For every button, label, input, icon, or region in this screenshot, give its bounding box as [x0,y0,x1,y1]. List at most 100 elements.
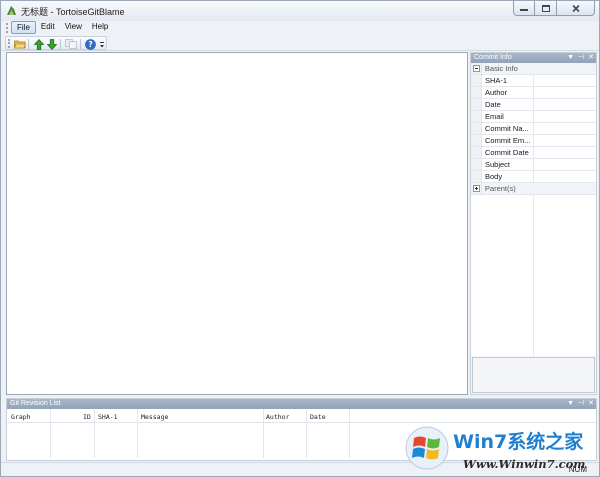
property-name: Author [482,87,534,98]
revision-list-header[interactable]: Git Revision List ▼ ⊣ ✕ [7,399,596,409]
column-header-sha1[interactable]: SHA-1 [98,413,118,421]
property-value [534,159,596,170]
menu-items: File Edit View Help [11,21,113,34]
property-name: Commit Date [482,147,534,158]
menu-help-label: Help [91,22,109,31]
toolbar: ? [1,35,599,51]
watermark-url: Www.Winwin7.com [463,457,586,471]
toolbar-separator [60,39,61,49]
property-value [534,147,596,158]
property-grid: Basic Info SHA-1 Author Date Email Commi… [471,63,596,356]
toolbar-overflow-button[interactable] [97,38,106,50]
category-label: Basic Info [484,64,518,73]
commit-info-title: Commit Info [474,54,512,61]
menu-help[interactable]: Help [87,21,113,34]
close-button[interactable] [557,1,595,16]
svg-text:?: ? [88,40,92,49]
column-divider[interactable] [50,409,51,458]
open-folder-icon [13,40,26,49]
column-divider[interactable] [349,409,350,458]
arrow-down-icon [46,38,57,50]
category-basic-info[interactable]: Basic Info [471,63,596,75]
column-divider[interactable] [94,409,95,458]
help-button[interactable]: ? [84,38,97,50]
property-row[interactable]: Email [471,111,596,123]
tortoise-app-icon [7,6,16,15]
commit-info-panel: Commit Info ▼ ⊣ ✕ Basic Info SHA-1 Autho… [470,52,597,395]
menu-edit[interactable]: Edit [36,21,60,34]
help-icon: ? [85,38,96,50]
property-value [534,111,596,122]
toolbar-strip: ? [5,36,107,50]
property-name: Commit Na... [482,123,534,134]
toolbar-grip[interactable] [8,39,11,48]
site-watermark: Win7系统之家 Www.Winwin7.com [401,421,600,477]
pin-icon[interactable]: ⊣ [578,53,584,63]
previous-button[interactable] [32,38,45,50]
property-row[interactable]: SHA-1 [471,75,596,87]
property-value [534,171,596,182]
minimize-icon [520,9,528,11]
property-row[interactable]: Commit Date [471,147,596,159]
panel-close-icon[interactable]: ✕ [588,399,594,409]
menu-grip[interactable] [6,23,9,33]
panel-menu-icon[interactable]: ▼ [567,53,574,63]
property-name: Commit Em... [482,135,534,146]
toolbar-separator [28,39,29,49]
next-button[interactable] [45,38,58,50]
property-value [534,87,596,98]
property-row[interactable]: Subject [471,159,596,171]
menu-view-label: View [64,22,82,31]
column-header-author[interactable]: Author [266,413,289,421]
column-header-date[interactable]: Date [310,413,326,421]
app-window: 无标题 - TortoiseGitBlame File Edit View He… [0,0,600,477]
column-header-id[interactable]: ID [83,413,91,421]
property-row[interactable]: Commit Na... [471,123,596,135]
maximize-button[interactable] [535,1,557,16]
pin-icon[interactable]: ⊣ [578,399,584,409]
property-row[interactable]: Author [471,87,596,99]
blame-view[interactable] [6,52,468,395]
menu-edit-label: Edit [40,22,55,31]
property-name: Subject [482,159,534,170]
menu-file-label: File [17,23,30,32]
column-header-message[interactable]: Message [141,413,168,421]
column-divider[interactable] [137,409,138,458]
windows-logo-icon [405,426,449,470]
property-name: SHA-1 [482,75,534,86]
copy-button[interactable] [64,38,77,50]
revision-list-title: Git Revision List [10,400,61,407]
property-row[interactable]: Commit Em... [471,135,596,147]
commit-info-header[interactable]: Commit Info ▼ ⊣ ✕ [471,53,596,63]
panel-menu-icon[interactable]: ▼ [567,399,574,409]
minimize-button[interactable] [513,1,535,16]
property-value [534,75,596,86]
open-button[interactable] [13,38,26,50]
column-divider[interactable] [263,409,264,458]
property-value [534,99,596,110]
category-parents[interactable]: Parent(s) [471,183,596,195]
column-header-graph[interactable]: Graph [11,413,31,421]
arrow-up-icon [33,38,44,50]
window-title: 无标题 - TortoiseGitBlame [21,7,125,17]
collapse-icon[interactable] [473,65,480,72]
overflow-icon [99,42,104,48]
title-bar[interactable]: 无标题 - TortoiseGitBlame [1,1,599,21]
window-controls [513,1,595,17]
maximize-icon [541,4,550,12]
toolbar-separator [80,39,81,49]
menu-view[interactable]: View [60,21,87,34]
column-divider[interactable] [306,409,307,458]
panel-close-icon[interactable]: ✕ [588,53,594,63]
property-row[interactable]: Body [471,171,596,183]
property-value [534,135,596,146]
property-name: Body [482,171,534,182]
property-name: Date [482,99,534,110]
revision-list-controls: ▼ ⊣ ✕ [567,399,594,409]
property-description-box [472,357,595,393]
property-row[interactable]: Date [471,99,596,111]
menu-bar: File Edit View Help [1,21,599,34]
category-label: Parent(s) [484,184,516,193]
menu-file[interactable]: File [11,21,36,34]
expand-icon[interactable] [473,185,480,192]
